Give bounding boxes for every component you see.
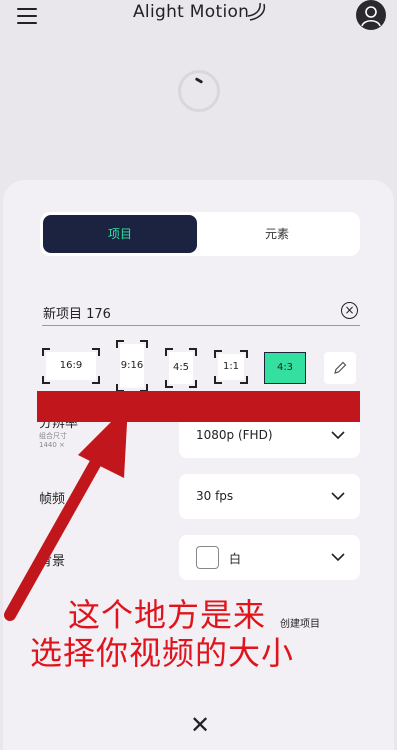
annotation-text-line2: 选择你视频的大小 <box>30 634 295 672</box>
